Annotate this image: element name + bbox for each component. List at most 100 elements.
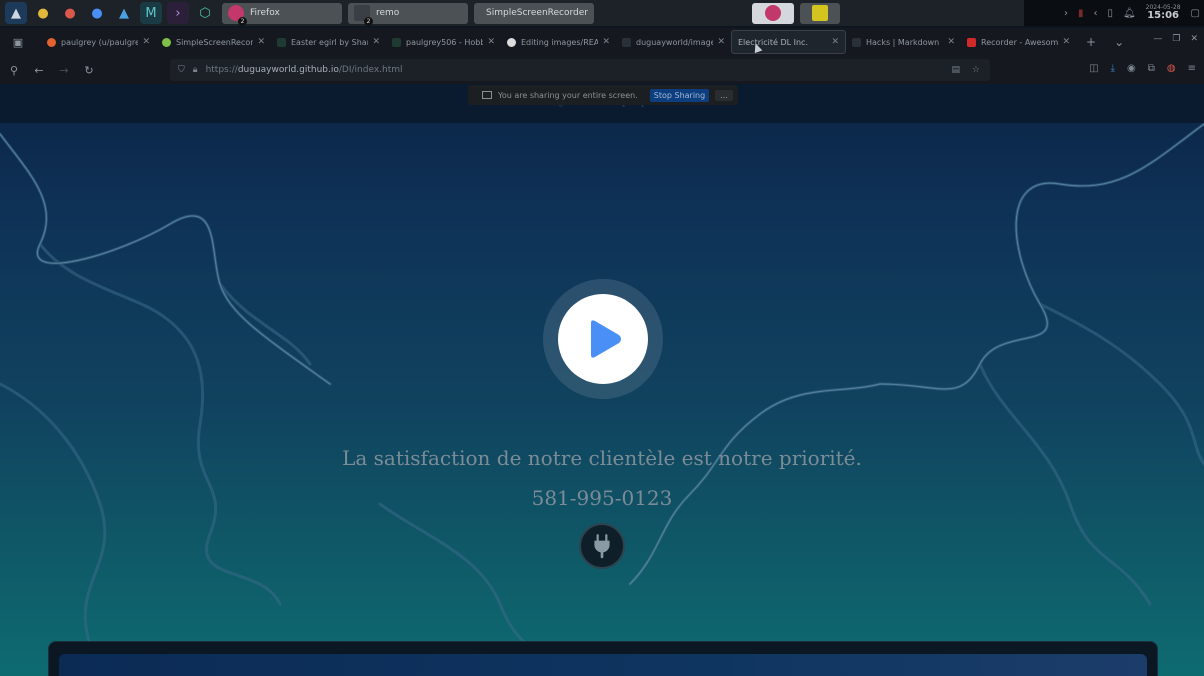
- firefox-icon[interactable]: ●: [59, 2, 81, 24]
- back-icon[interactable]: ←: [28, 64, 50, 77]
- taskbar-item-firefox-active[interactable]: [752, 2, 794, 24]
- close-tab-icon[interactable]: ✕: [1062, 37, 1070, 47]
- list-tabs-button[interactable]: ⌄: [1114, 35, 1124, 49]
- tab-label: paulgrey (u/paulgrey): [61, 37, 139, 47]
- play-button[interactable]: [558, 294, 648, 384]
- chevron-right-icon[interactable]: ›: [1064, 8, 1068, 19]
- reader-mode-icon[interactable]: ▤: [951, 65, 960, 75]
- bookmark-star-icon[interactable]: ☆: [972, 65, 980, 75]
- url-host: duguayworld.github.io: [237, 65, 339, 75]
- tab-label: Easter egirl by Shar: [291, 37, 369, 47]
- tab-github-editing[interactable]: Editing images/README ✕: [501, 30, 616, 54]
- archlinux-icon[interactable]: ▲: [113, 2, 135, 24]
- play-icon: [591, 320, 621, 358]
- code-editor-icon[interactable]: M: [140, 2, 162, 24]
- lock-icon: 🔒︎: [192, 65, 198, 75]
- tab-recorder-awesome[interactable]: Recorder - Awesome ✕: [961, 30, 1076, 54]
- tab-simplescreenrecorder[interactable]: SimpleScreenRecorder ✕: [156, 30, 271, 54]
- taskbar-item-label: Firefox: [250, 8, 280, 18]
- clock[interactable]: 2024-05-28 15:06: [1146, 5, 1181, 21]
- stop-sharing-button[interactable]: Stop Sharing: [649, 88, 710, 102]
- browser-tab-bar: ▣ paulgrey (u/paulgrey) ✕ SimpleScreenRe…: [0, 28, 1204, 56]
- url-scheme: https://: [205, 65, 238, 75]
- close-tab-icon[interactable]: ✕: [487, 37, 495, 47]
- taskbar-item-files[interactable]: 2 remo: [348, 2, 468, 26]
- app-launcher-icon[interactable]: ▲: [5, 2, 27, 24]
- play-button-ring[interactable]: [543, 279, 663, 399]
- terminal-icon[interactable]: ›: [167, 2, 189, 24]
- account-icon[interactable]: ⚲: [3, 64, 25, 77]
- forward-icon[interactable]: →: [53, 64, 75, 77]
- taskbar-item-editor[interactable]: [800, 2, 840, 24]
- record-indicator-icon[interactable]: ▮: [1078, 8, 1084, 19]
- taskbar-item-label: SimpleScreenRecorder: [486, 8, 589, 18]
- chromium-icon[interactable]: ●: [86, 2, 108, 24]
- pocket-icon[interactable]: ◫: [1089, 63, 1098, 74]
- close-tab-icon[interactable]: ✕: [142, 37, 150, 47]
- close-tab-icon[interactable]: ✕: [947, 37, 955, 47]
- hero-phone[interactable]: 581-995-0123: [0, 486, 1204, 510]
- tab-duguayworld-images[interactable]: duguayworld/images ✕: [616, 30, 731, 54]
- site-icon: [622, 37, 631, 47]
- close-tab-icon[interactable]: ✕: [257, 37, 265, 47]
- content-card: [48, 641, 1158, 676]
- reload-icon[interactable]: ↻: [78, 64, 100, 77]
- site-icon: [162, 37, 171, 47]
- hero-tagline: La satisfaction de notre clientèle est n…: [342, 446, 862, 470]
- close-tab-icon[interactable]: ✕: [602, 37, 610, 47]
- github-icon: [507, 37, 516, 47]
- battery-icon[interactable]: ▯: [1107, 8, 1113, 19]
- close-window-icon[interactable]: ✕: [1190, 34, 1198, 44]
- site-icon: [392, 37, 401, 47]
- site-icon: [277, 37, 286, 47]
- taskbar-item-recorder[interactable]: SimpleScreenRecorder: [474, 2, 594, 24]
- tab-label: SimpleScreenRecorder: [176, 37, 254, 47]
- minimize-icon[interactable]: —: [1153, 34, 1162, 44]
- clipboard-icon[interactable]: ▢: [1191, 8, 1200, 19]
- plug-icon: [579, 523, 625, 569]
- tab-hobby[interactable]: paulgrey506 - Hobb ✕: [386, 30, 501, 54]
- tab-markdown-hacks[interactable]: Hacks | Markdown ✕: [846, 30, 961, 54]
- tab-reddit[interactable]: paulgrey (u/paulgrey) ✕: [41, 30, 156, 54]
- window-controls: — ❐ ✕: [1153, 34, 1198, 44]
- shield-icon: ⛉: [178, 65, 185, 75]
- tab-label: Recorder - Awesome: [981, 37, 1059, 47]
- download-icon[interactable]: ⤓: [1111, 63, 1115, 74]
- image-editor-icon: [812, 5, 828, 21]
- url-path: /DI/index.html: [338, 65, 403, 75]
- close-tab-icon[interactable]: ✕: [831, 37, 839, 47]
- extensions-icon[interactable]: ⧉: [1148, 63, 1155, 74]
- close-tab-icon[interactable]: ✕: [372, 37, 380, 47]
- sharing-more-button[interactable]: ...: [715, 89, 733, 101]
- tab-easter-egirl[interactable]: Easter egirl by Shar ✕: [271, 30, 386, 54]
- url-bar[interactable]: ⛉ 🔒︎ https://duguayworld.github.io/DI/in…: [170, 59, 990, 81]
- close-tab-icon[interactable]: ✕: [717, 37, 725, 47]
- tab-label: paulgrey506 - Hobb: [406, 37, 484, 47]
- screen-sharing-notification: You are sharing your entire screen. Stop…: [468, 85, 738, 105]
- account-circle-icon[interactable]: ◉: [1127, 63, 1136, 74]
- menu-icon[interactable]: ≡: [1188, 63, 1196, 74]
- toolbar-icons: ◫ ⤓ ◉ ⧉ ◍ ≡: [1089, 63, 1196, 74]
- taskbar-item-firefox[interactable]: 2 Firefox: [222, 2, 342, 26]
- tab-electricite[interactable]: Electricité DL Inc. ✕: [731, 30, 846, 54]
- restore-icon[interactable]: ❐: [1172, 34, 1180, 44]
- plug-icon-glyph: [594, 534, 610, 559]
- tab-label: Editing images/README: [521, 37, 599, 47]
- settings-app-icon[interactable]: ⬡: [194, 2, 216, 24]
- tab-label: Hacks | Markdown: [866, 37, 940, 47]
- color-extension-icon[interactable]: ◍: [1167, 63, 1176, 74]
- youtube-icon: [967, 37, 976, 47]
- tab-label: duguayworld/images: [636, 37, 714, 47]
- python-icon[interactable]: ●: [32, 2, 54, 24]
- firefox-view-icon[interactable]: ▣: [7, 36, 29, 49]
- sharing-message: You are sharing your entire screen.: [498, 90, 638, 100]
- system-tray: › ▮ ‹ ▯ 🔔︎ 2024-05-28 15:06 ▢: [1024, 0, 1204, 26]
- bell-icon[interactable]: 🔔︎: [1123, 8, 1136, 19]
- taskbar-item-label: remo: [376, 8, 400, 18]
- site-icon: [852, 37, 861, 47]
- clock-time: 15:06: [1147, 10, 1180, 21]
- new-tab-button[interactable]: +: [1086, 35, 1096, 49]
- screen-share-icon: [482, 91, 492, 99]
- chevron-left-icon[interactable]: ‹: [1093, 8, 1097, 19]
- content-card-inner: [59, 654, 1147, 676]
